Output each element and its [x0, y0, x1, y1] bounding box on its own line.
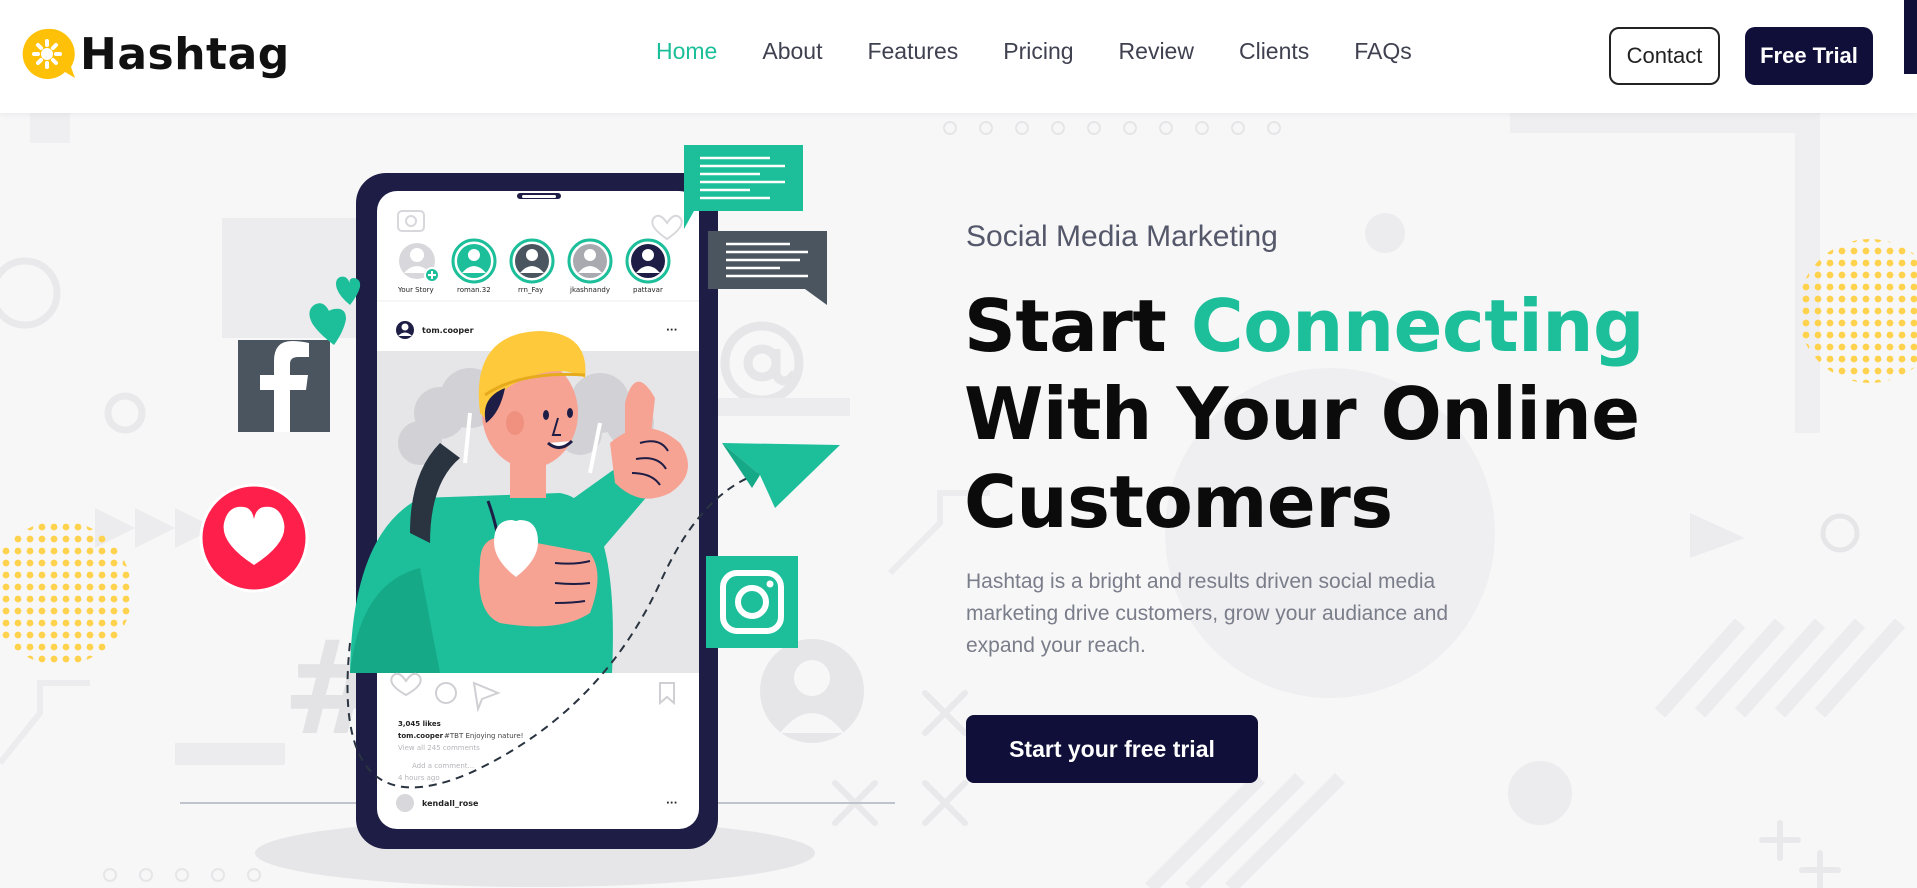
add-comment-placeholder: Add a comment... [412, 762, 474, 770]
nav-item-clients[interactable]: Clients [1239, 38, 1309, 65]
at-sign-icon [720, 321, 804, 405]
logo-bubble-icon [22, 28, 75, 79]
instagram-icon [706, 556, 798, 648]
caption-text: #TBT Enjoying nature! [444, 732, 523, 740]
paper-plane-icon [722, 443, 840, 508]
headline-line-3: Customers [964, 460, 1393, 544]
heart-icon [199, 483, 309, 593]
brand-name: Hashtag [80, 28, 290, 80]
scroll-indicator [1904, 0, 1917, 74]
post-time: 4 hours ago [398, 774, 440, 782]
chat-bubble-icon [708, 231, 827, 305]
main-nav: Home About Features Pricing Review Clien… [656, 38, 1457, 65]
nav-item-faqs[interactable]: FAQs [1354, 38, 1412, 65]
hero-subtitle: Social Media Marketing [966, 220, 1278, 253]
logo[interactable]: Hashtag [18, 22, 290, 86]
story-label: Your Story [397, 286, 434, 294]
nav-item-review[interactable]: Review [1119, 38, 1194, 65]
view-comments-link: View all 245 comments [398, 744, 480, 752]
svg-text:···: ··· [666, 325, 677, 336]
caption-username: tom.cooper [398, 732, 444, 740]
site-header: Hashtag Home About Features Pricing Revi… [0, 0, 1917, 113]
hero-description: Hashtag is a bright and results driven s… [966, 570, 1449, 657]
hero-headline: Start Connecting With Your Online Custom… [964, 282, 1645, 546]
headline-line-2: With Your Online [964, 372, 1640, 456]
story-label: jkashnandy [569, 286, 610, 294]
post-likes: 3,045 likes [398, 720, 441, 728]
story-label: rrn_Fay [518, 286, 543, 294]
post-username: tom.cooper [422, 326, 474, 335]
nav-item-pricing[interactable]: Pricing [1003, 38, 1073, 65]
free-trial-button[interactable]: Free Trial [1745, 27, 1873, 85]
nav-item-features[interactable]: Features [867, 38, 958, 65]
next-post-username: kendall_rose [422, 799, 479, 808]
svg-text:···: ··· [666, 798, 677, 809]
nav-item-home[interactable]: Home [656, 38, 717, 65]
headline-accent: Connecting [1190, 284, 1645, 368]
story-label: pattavar [633, 286, 663, 294]
facebook-icon [238, 340, 330, 432]
nav-item-about[interactable]: About [762, 38, 822, 65]
contact-button[interactable]: Contact [1609, 27, 1720, 85]
story-label: roman.32 [457, 286, 491, 294]
hero-illustration: # Your Story roman.32 rrn_Fay jkashnandy… [180, 145, 895, 887]
headline-start: Start [964, 284, 1191, 368]
start-free-trial-button[interactable]: Start your free trial [966, 715, 1258, 783]
